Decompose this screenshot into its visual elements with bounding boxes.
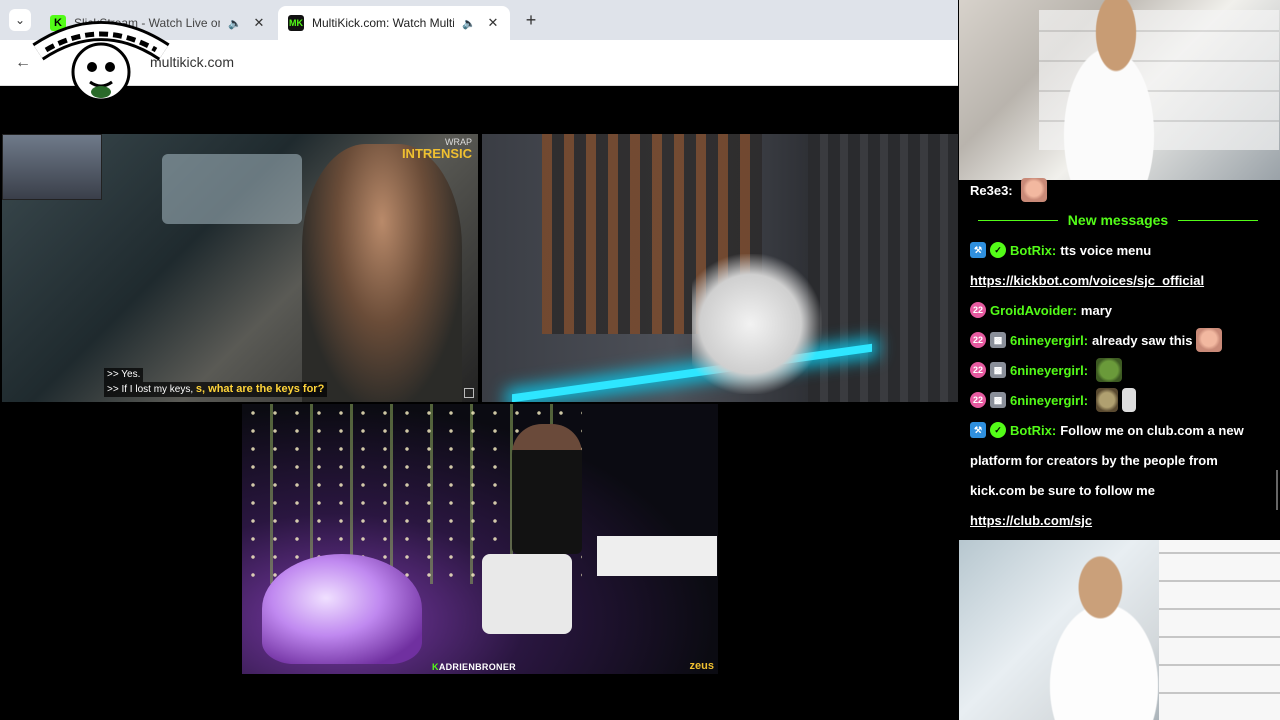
video-frame — [302, 144, 462, 402]
captions-icon[interactable] — [464, 388, 474, 398]
chat-message: https://kickbot.com/voices/sjc_official — [970, 270, 1204, 290]
subscriber-badge-icon: 22 — [970, 302, 986, 318]
webcam-bottom — [959, 540, 1280, 720]
emote-icon — [1096, 388, 1119, 412]
chat-message-continuation: kick.com be sure to follow me — [970, 482, 1155, 498]
emote-icon — [1096, 358, 1123, 382]
chat-scrollbar[interactable] — [1276, 470, 1278, 510]
speaker-icon[interactable]: 🔈 — [228, 17, 244, 30]
close-icon[interactable]: ✕ — [252, 15, 266, 31]
video-frame — [692, 254, 822, 394]
chat-message: 22 ▩ 6nineyergirl: — [970, 358, 1123, 382]
picture-in-picture — [2, 134, 102, 200]
chat-message: ⚒ ✓ BotRix: tts voice menu — [970, 240, 1151, 260]
streamer-logo — [32, 21, 170, 102]
stream-tile-1[interactable]: WRAP INTRENSIC >> Yes. >> If I lost my k… — [2, 134, 478, 402]
tab-search-chevron-icon[interactable]: ⌄ — [9, 9, 31, 31]
multikick-favicon-icon: MK — [288, 15, 304, 31]
webcam-top — [959, 0, 1280, 180]
verified-badge-icon: ✓ — [990, 242, 1006, 258]
chat-link[interactable]: https://club.com/sjc — [970, 513, 1092, 528]
stream-tile-3[interactable]: KADRIENBRONER zeus — [242, 404, 718, 674]
chat-message: 22 GroidAvoider: mary — [970, 300, 1112, 320]
chat-message: https://club.com/sjc — [970, 510, 1092, 530]
bot-badge-icon: ⚒ — [970, 422, 986, 438]
gifter-badge-icon: ▩ — [990, 362, 1006, 378]
subtitles: >> Yes. >> If I lost my keys, s, what ar… — [104, 368, 328, 397]
chat-message: Re3e3: — [970, 178, 1047, 202]
chat-message: 22 ▩ 6nineyergirl: — [970, 388, 1137, 412]
tab-title: MultiKick.com: Watch Multiple — [312, 16, 454, 30]
gifter-badge-icon: ▩ — [990, 392, 1006, 408]
chat-link[interactable]: https://kickbot.com/voices/sjc_official — [970, 273, 1204, 288]
subscriber-badge-icon: 22 — [970, 392, 986, 408]
back-arrow-icon[interactable]: ← — [12, 52, 34, 74]
verified-badge-icon: ✓ — [990, 422, 1006, 438]
emote-icon — [1122, 388, 1137, 412]
subtitle-line: >> If I lost my keys, s, what are the ke… — [104, 382, 328, 397]
emote-icon — [1196, 328, 1223, 352]
subscriber-badge-icon: 22 — [970, 362, 986, 378]
gifter-badge-icon: ▩ — [990, 332, 1006, 348]
network-logo: zeus — [689, 660, 714, 672]
chat-message: 22 ▩ 6nineyergirl: already saw this — [970, 328, 1223, 352]
chat-panel: Re3e3: New messages ⚒ ✓ BotRix: tts voic… — [960, 178, 1280, 538]
bot-badge-icon: ⚒ — [970, 242, 986, 258]
chat-message-continuation: platform for creators by the people from — [970, 452, 1218, 468]
new-tab-button[interactable]: + — [520, 9, 542, 31]
video-frame — [262, 554, 422, 664]
stream-tile-2[interactable] — [482, 134, 958, 402]
channel-watermark: KADRIENBRONER — [432, 662, 516, 672]
tab-multikick[interactable]: MK MultiKick.com: Watch Multiple 🔈 ✕ — [278, 6, 510, 40]
new-messages-divider[interactable]: New messages — [978, 212, 1258, 228]
speaker-icon[interactable]: 🔈 — [462, 17, 478, 30]
close-icon[interactable]: ✕ — [486, 15, 500, 31]
emote-icon — [1020, 178, 1047, 202]
chat-message: ⚒ ✓ BotRix: Follow me on club.com a new — [970, 420, 1244, 440]
subscriber-badge-icon: 22 — [970, 332, 986, 348]
brand-tag: WRAP INTRENSIC — [401, 137, 472, 161]
